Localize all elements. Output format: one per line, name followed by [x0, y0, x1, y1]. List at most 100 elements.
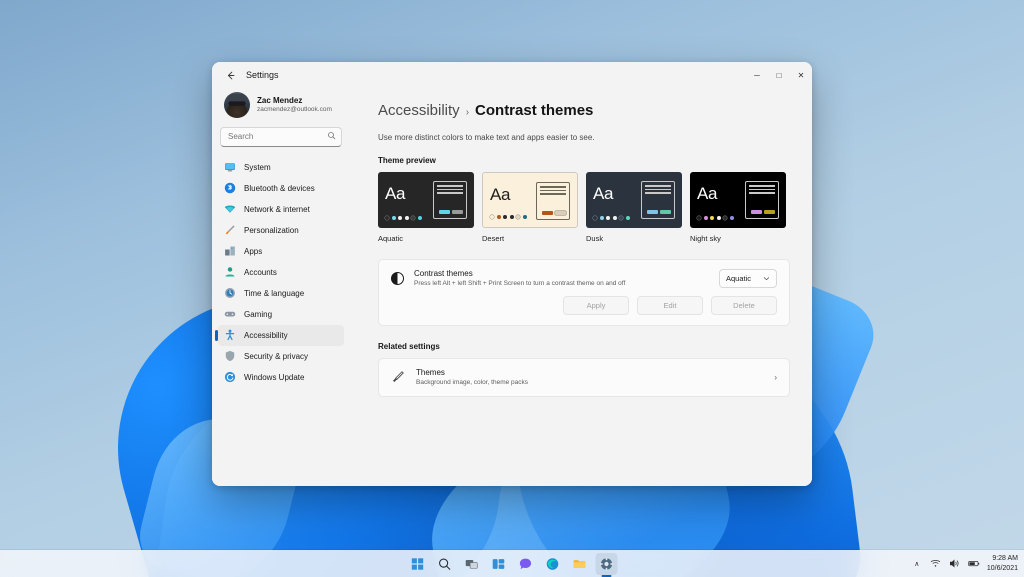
apps-icon [224, 245, 236, 257]
search-icon [328, 132, 336, 140]
minimize-button[interactable]: ─ [746, 62, 768, 88]
theme-option-aquatic[interactable]: Aa Aquatic [378, 172, 474, 243]
sidebar-item-time-language[interactable]: Time & language [218, 283, 344, 304]
theme-option-night-sky[interactable]: Aa Night sky [690, 172, 786, 243]
search-container [220, 126, 342, 147]
theme-card[interactable]: Aa [586, 172, 682, 228]
task-view-icon [465, 559, 478, 569]
taskbar-file-explorer-button[interactable] [569, 553, 591, 575]
taskbar-edge-button[interactable] [542, 553, 564, 575]
theme-window-preview [536, 182, 570, 220]
breadcrumb: Accessibility › Contrast themes [378, 102, 790, 119]
dropdown-value: Aquatic [726, 273, 752, 283]
theme-window-preview [433, 181, 467, 219]
chevron-right-icon: › [774, 372, 777, 382]
wifi-icon [224, 203, 236, 215]
wifi-icon[interactable] [930, 558, 942, 570]
sidebar-item-gaming[interactable]: Gaming [218, 304, 344, 325]
clock-date: 10/6/2021 [986, 564, 1018, 572]
person-icon [224, 266, 236, 278]
sidebar-item-label: Time & language [244, 288, 305, 298]
contrast-themes-card: Contrast themes Press left Alt + left Sh… [378, 259, 790, 327]
taskbar-task-view-button[interactable] [461, 553, 483, 575]
theme-sample-text: Aa [697, 184, 718, 203]
chevron-down-icon [763, 276, 770, 280]
back-button[interactable] [218, 65, 242, 85]
theme-option-dusk[interactable]: Aa Dusk [586, 172, 682, 243]
related-setting-themes[interactable]: Themes Background image, color, theme pa… [378, 358, 790, 397]
start-icon [411, 557, 424, 570]
close-button[interactable]: ✕ [790, 62, 812, 88]
profile-email: zacmendez@outlook.com [257, 105, 332, 113]
sidebar-item-bluetooth-devices[interactable]: Bluetooth & devices [218, 178, 344, 199]
gamepad-icon [224, 308, 236, 320]
chevron-up-icon[interactable]: ∧ [911, 558, 923, 570]
apply-button[interactable]: Apply [563, 296, 629, 316]
theme-preview-list: Aa Aquatic Aa Desert Aa Dusk Aa Night sk… [378, 172, 790, 243]
theme-color-dots [385, 216, 422, 220]
related-setting-subtitle: Background image, color, theme packs [416, 379, 529, 387]
sidebar-item-windows-update[interactable]: Windows Update [218, 367, 344, 388]
theme-color-dots [593, 216, 630, 220]
theme-card[interactable]: Aa [482, 172, 578, 228]
contrast-themes-title: Contrast themes [414, 269, 473, 278]
theme-sample-text: Aa [385, 184, 406, 203]
content-pane: Accessibility › Contrast themes Use more… [350, 88, 812, 486]
paintbrush-icon [391, 370, 405, 384]
settings-window: Settings ─ □ ✕ Zac Mendez zacmendez@outl… [212, 62, 812, 486]
sidebar-item-label: Accounts [244, 267, 277, 277]
paintbrush-icon [224, 224, 236, 236]
chat-icon [519, 558, 532, 569]
theme-sample-text: Aa [593, 184, 614, 203]
taskbar-clock[interactable]: 9:28 AM 10/6/2021 [987, 554, 1018, 573]
sidebar-item-security-privacy[interactable]: Security & privacy [218, 346, 344, 367]
sidebar-item-label: Network & internet [244, 204, 310, 214]
theme-option-desert[interactable]: Aa Desert [482, 172, 578, 243]
taskbar-chat-button[interactable] [515, 553, 537, 575]
widgets-icon [492, 558, 505, 569]
theme-label: Night sky [690, 234, 721, 243]
maximize-button[interactable]: □ [768, 62, 790, 88]
sidebar-item-personalization[interactable]: Personalization [218, 220, 344, 241]
taskbar-settings-button[interactable] [595, 552, 618, 575]
sidebar-item-apps[interactable]: Apps [218, 241, 344, 262]
delete-button[interactable]: Delete [711, 296, 777, 316]
sidebar-item-accessibility[interactable]: Accessibility [215, 324, 344, 346]
sidebar-item-accounts[interactable]: Accounts [218, 262, 344, 283]
taskbar-search-button[interactable] [434, 553, 456, 575]
avatar [224, 92, 250, 118]
sidebar-item-label: Apps [244, 246, 263, 256]
theme-preview-heading: Theme preview [378, 156, 436, 165]
volume-icon[interactable] [949, 558, 961, 570]
theme-label: Dusk [586, 234, 604, 243]
theme-card[interactable]: Aa [690, 172, 786, 228]
taskbar-items [407, 552, 618, 575]
edge-icon [546, 557, 559, 570]
sidebar: Zac Mendez zacmendez@outlook.com Search … [212, 88, 350, 486]
window-controls: ─ □ ✕ [746, 62, 812, 88]
profile-section[interactable]: Zac Mendez zacmendez@outlook.com [218, 88, 344, 126]
theme-window-preview [745, 181, 779, 219]
contrast-themes-row: Contrast themes Press left Alt + left Sh… [379, 260, 789, 296]
edit-button[interactable]: Edit [637, 296, 703, 316]
profile-name: Zac Mendez [257, 95, 303, 105]
update-icon [224, 371, 236, 383]
clock-time: 9:28 AM [992, 555, 1018, 563]
search-input[interactable] [220, 126, 342, 147]
contrast-theme-dropdown[interactable]: Aquatic [719, 268, 777, 288]
monitor-icon [224, 161, 236, 173]
battery-icon[interactable] [968, 558, 980, 570]
sidebar-item-system[interactable]: System [218, 157, 344, 178]
taskbar: ∧ 9:28 AM 10/6/2021 [0, 550, 1024, 577]
sidebar-item-label: Personalization [244, 225, 299, 235]
page-description: Use more distinct colors to make text an… [378, 133, 595, 142]
sidebar-item-label: Gaming [244, 309, 273, 319]
taskbar-start-button[interactable] [407, 553, 429, 575]
contrast-themes-subtitle: Press left Alt + left Shift + Print Scre… [414, 280, 626, 288]
window-title: Settings [246, 70, 279, 80]
sidebar-item-network-internet[interactable]: Network & internet [218, 199, 344, 220]
breadcrumb-parent[interactable]: Accessibility [378, 102, 460, 119]
sidebar-item-label: Windows Update [244, 372, 305, 382]
taskbar-widgets-button[interactable] [488, 553, 510, 575]
theme-card[interactable]: Aa [378, 172, 474, 228]
